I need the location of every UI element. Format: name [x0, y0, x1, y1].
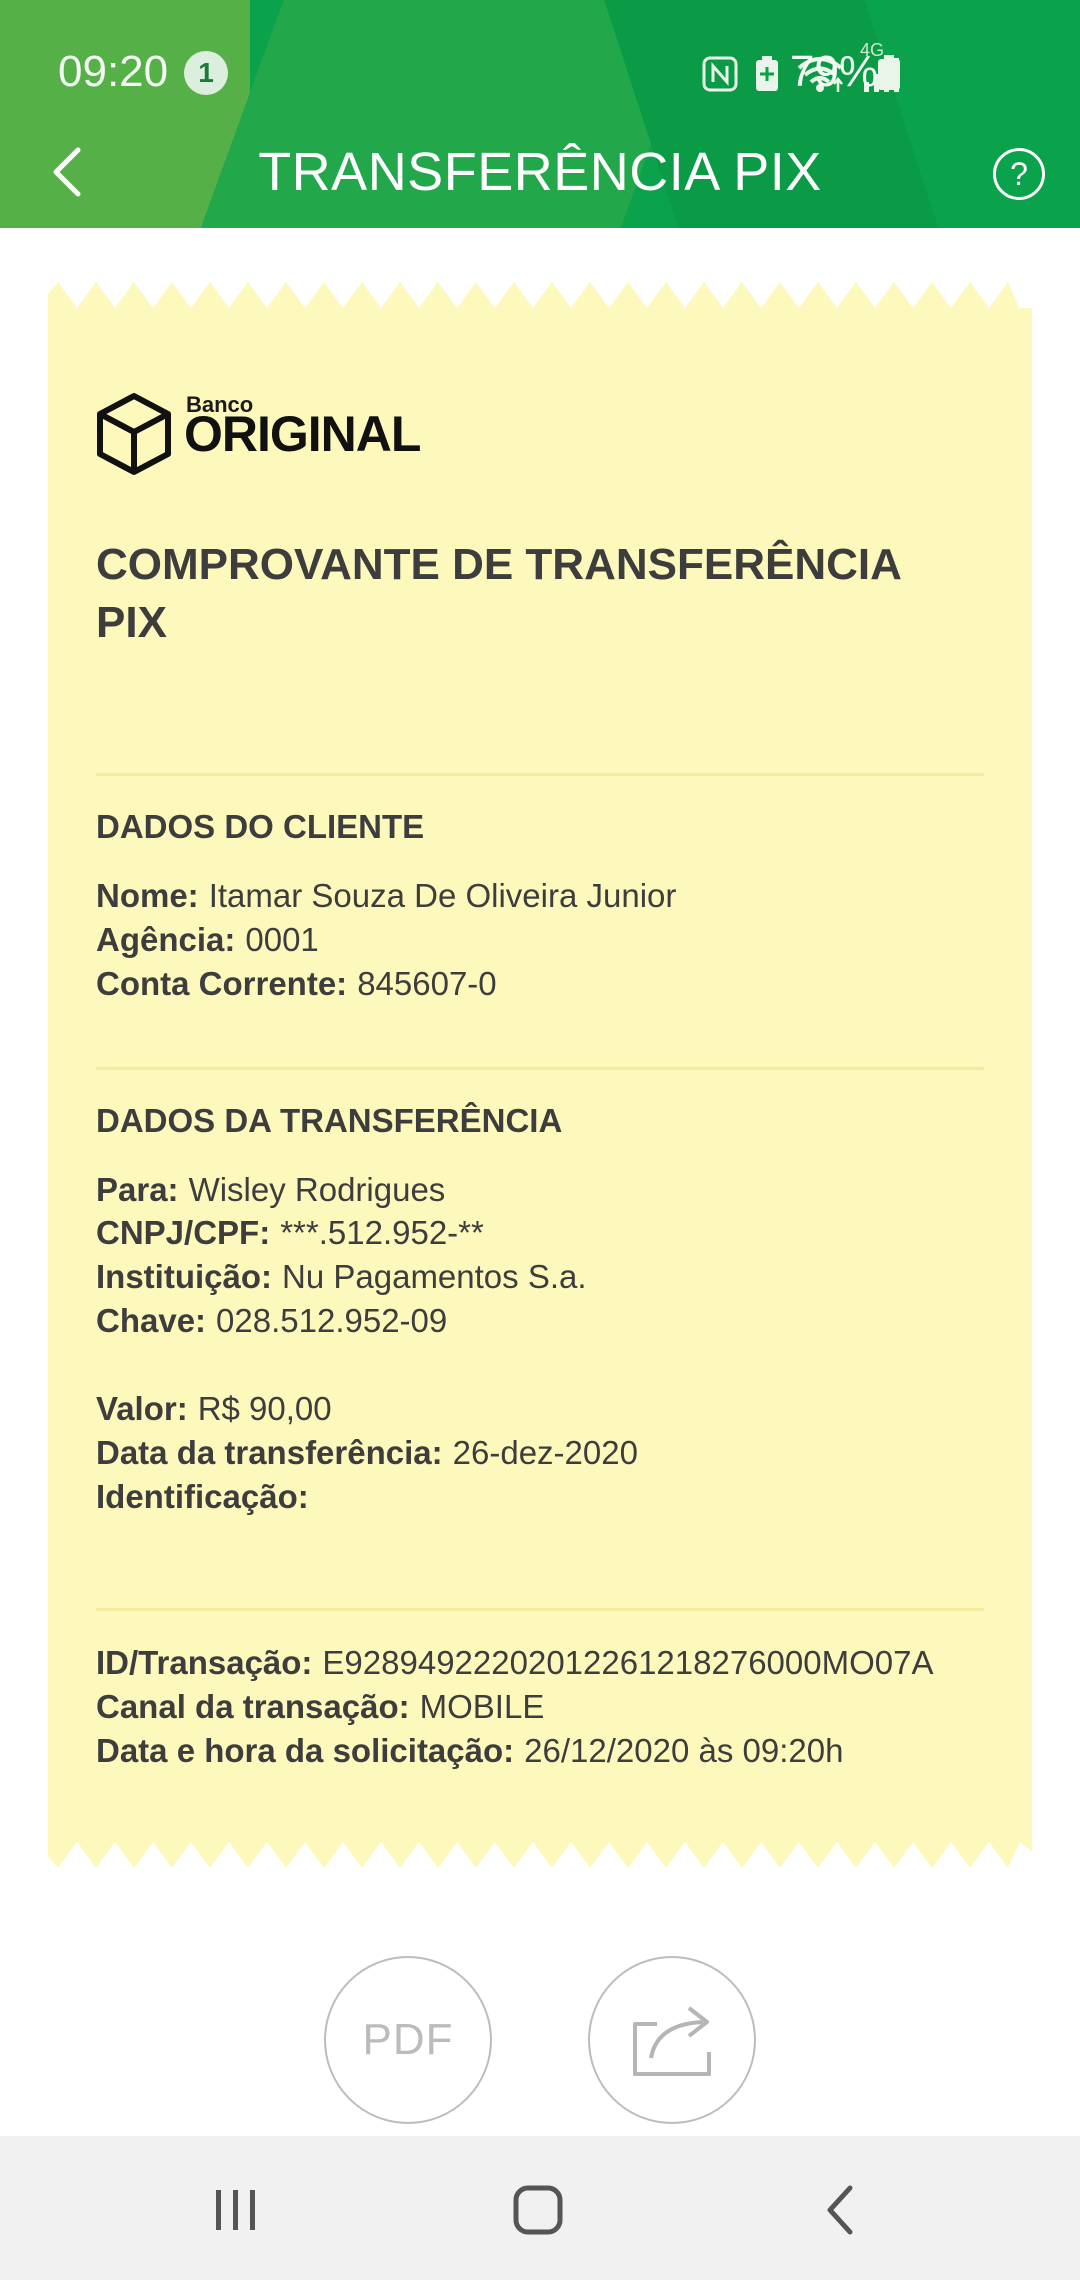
field-value: 0001 — [245, 921, 319, 958]
download-pdf-button[interactable]: PDF — [324, 1956, 492, 2124]
cube-logo-icon — [97, 393, 171, 475]
recents-button[interactable] — [206, 2182, 266, 2238]
battery-icon — [876, 54, 902, 97]
transfer-key-row: Chave: 028.512.952-09 — [96, 1299, 447, 1343]
divider — [96, 1067, 984, 1070]
receipt-card — [48, 276, 1032, 1872]
field-value: MOBILE — [419, 1688, 545, 1725]
field-value: R$ 90,00 — [197, 1390, 332, 1427]
bank-logo: Banco ORIGINAL — [96, 392, 421, 476]
field-label: Conta Corrente: — [96, 965, 348, 1002]
app-header: 09:20 1 4G 79% TRANSFERÊNCIA PIX ? — [0, 0, 1080, 228]
nfc-icon — [702, 56, 738, 92]
notification-count-badge: 1 — [184, 51, 228, 95]
divider — [96, 1608, 984, 1611]
field-label: Data da transferência: — [96, 1434, 443, 1471]
field-value: 845607-0 — [357, 965, 497, 1002]
system-back-button[interactable] — [810, 2182, 870, 2238]
receipt-title-line: COMPROVANTE DE TRANSFERÊNCIA — [96, 540, 902, 589]
field-label: ID/Transação: — [96, 1644, 313, 1681]
recents-icon — [216, 2190, 255, 2230]
transfer-date-row: Data da transferência: 26-dez-2020 — [96, 1431, 638, 1475]
field-label: Instituição: — [96, 1258, 273, 1295]
transfer-section-title: DADOS DA TRANSFERÊNCIA — [96, 1102, 563, 1139]
share-button[interactable] — [588, 1956, 756, 2124]
receipt-bottom-edge — [48, 1842, 1032, 1876]
transaction-channel-row: Canal da transação: MOBILE — [96, 1685, 544, 1729]
client-section-title: DADOS DO CLIENTE — [96, 808, 425, 845]
transfer-document-row: CNPJ/CPF: ***.512.952-** — [96, 1211, 484, 1255]
field-label: Data e hora da solicitação: — [96, 1732, 515, 1769]
transfer-amount-row: Valor: R$ 90,00 — [96, 1387, 332, 1431]
field-value: 26/12/2020 às 09:20h — [524, 1732, 844, 1769]
field-label: CNPJ/CPF: — [96, 1214, 271, 1251]
home-button[interactable] — [508, 2182, 568, 2238]
logo-text-small: Banco — [186, 392, 254, 417]
page-title: TRANSFERÊNCIA PIX — [258, 142, 822, 202]
transfer-institution-row: Instituição: Nu Pagamentos S.a. — [96, 1255, 587, 1299]
home-icon — [513, 2185, 563, 2235]
field-label: Agência: — [96, 921, 236, 958]
client-agency-row: Agência: 0001 — [96, 918, 319, 962]
help-button[interactable]: ? — [993, 148, 1045, 200]
field-value: 028.512.952-09 — [216, 1302, 448, 1339]
transfer-to-row: Para: Wisley Rodrigues — [96, 1168, 445, 1212]
battery-percentage: 79% — [790, 47, 879, 96]
transaction-request-datetime-row: Data e hora da solicitação: 26/12/2020 às… — [96, 1729, 843, 1773]
share-icon — [633, 2006, 711, 2076]
field-value: Wisley Rodrigues — [188, 1171, 446, 1208]
receipt-title: COMPROVANTE DE TRANSFERÊNCIA PIX — [96, 536, 976, 652]
client-name-row: Nome: Itamar Souza De Oliveira Junior — [96, 874, 676, 918]
field-label: Chave: — [96, 1302, 207, 1339]
field-label: Nome: — [96, 877, 199, 914]
receipt-top-edge — [48, 274, 1032, 308]
pdf-button-label: PDF — [362, 2015, 454, 2064]
field-label: Para: — [96, 1171, 179, 1208]
field-value: ***.512.952-** — [280, 1214, 484, 1251]
field-value: 26-dez-2020 — [452, 1434, 638, 1471]
field-value: E92894922202012261218276000MO07A — [322, 1644, 934, 1681]
transaction-id-row: ID/Transação: E92894922202012261218276000… — [96, 1641, 934, 1685]
client-account-row: Conta Corrente: 845607-0 — [96, 962, 497, 1006]
field-label: Identificação: — [96, 1478, 309, 1515]
field-label: Canal da transação: — [96, 1688, 410, 1725]
status-bar: 09:20 1 4G 79% — [0, 0, 1080, 140]
field-label: Valor: — [96, 1390, 188, 1427]
receipt-title-line: PIX — [96, 598, 167, 647]
system-navigation-bar — [0, 2136, 1080, 2280]
status-time: 09:20 — [58, 47, 169, 96]
field-value: Itamar Souza De Oliveira Junior — [208, 877, 677, 914]
field-value: Nu Pagamentos S.a. — [282, 1258, 587, 1295]
divider — [96, 773, 984, 776]
battery-saver-icon — [754, 55, 780, 93]
transfer-identification-row: Identificação: — [96, 1475, 319, 1519]
back-icon — [827, 2185, 853, 2235]
